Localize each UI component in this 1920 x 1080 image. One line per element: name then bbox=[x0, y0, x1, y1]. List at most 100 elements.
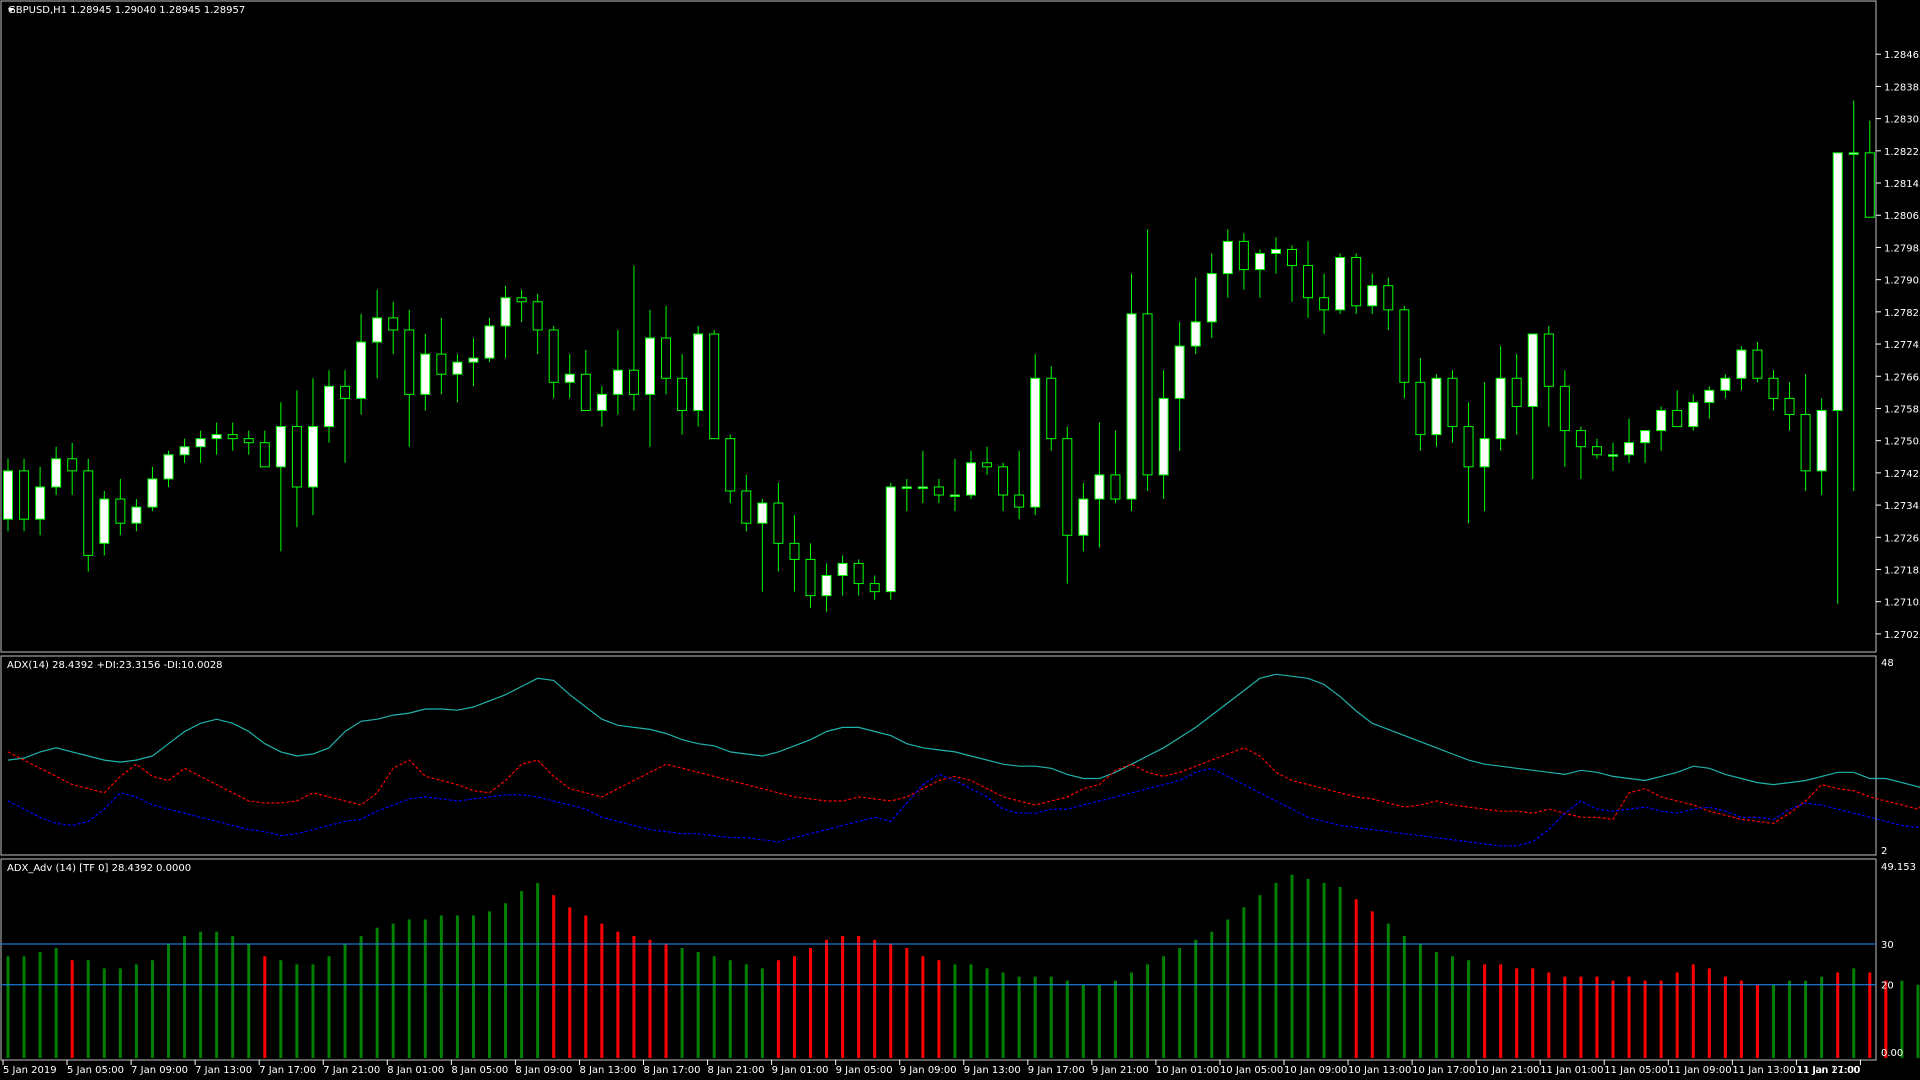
time-tick-label: 11 Jan 09:00 bbox=[1668, 1065, 1731, 1076]
candle-body bbox=[933, 486, 944, 496]
candle-body bbox=[917, 486, 928, 489]
candle-body bbox=[1479, 438, 1490, 468]
candle-body bbox=[259, 442, 270, 468]
candle-body bbox=[837, 562, 848, 577]
time-tick-label: 10 Jan 05:00 bbox=[1220, 1065, 1283, 1076]
candle-body bbox=[645, 337, 655, 395]
candle-body bbox=[1688, 401, 1699, 428]
price-tick-label: 1.27505 bbox=[1884, 437, 1920, 448]
adx-panel[interactable]: 48 2 ADX(14) 28.4392 +DI:23.3156 -DI:10.0… bbox=[0, 655, 1920, 857]
candle-body bbox=[211, 434, 222, 440]
time-tick-label: 11 Jan 13:00 bbox=[1732, 1065, 1795, 1076]
chart-canvas[interactable]: 1.28465 1.28385 1.28305 1.28225 1.28145 1.280… bbox=[0, 0, 1920, 1080]
candle-body bbox=[243, 438, 254, 444]
time-tick-label: 8 Jan 13:00 bbox=[579, 1065, 636, 1076]
histogram-tick-label: 30 bbox=[1881, 940, 1894, 951]
candle-body bbox=[1832, 152, 1843, 411]
price-tick-label: 1.28065 bbox=[1884, 211, 1920, 222]
candle-body bbox=[307, 426, 318, 488]
time-tick-label: 10 Jan 17:00 bbox=[1412, 1065, 1475, 1076]
candle-body bbox=[115, 498, 126, 524]
candle-body bbox=[548, 329, 559, 383]
candle-body bbox=[83, 470, 94, 556]
candle-body bbox=[982, 462, 993, 468]
time-tick-label: 9 Jan 01:00 bbox=[772, 1065, 829, 1076]
candle-body bbox=[1447, 377, 1458, 428]
time-tick-label: 7 Jan 09:00 bbox=[131, 1065, 188, 1076]
candle-body bbox=[436, 353, 447, 375]
time-tick-label: 8 Jan 21:00 bbox=[708, 1065, 765, 1076]
adx-axis[interactable]: 48 2 bbox=[1881, 658, 1894, 857]
time-tick-label: 8 Jan 17:00 bbox=[644, 1065, 701, 1076]
candle-body bbox=[949, 494, 960, 498]
adx-panel-frame bbox=[0, 655, 1877, 856]
candle-body bbox=[693, 333, 704, 411]
candle-body bbox=[372, 317, 383, 343]
candle-body bbox=[1383, 285, 1394, 311]
candle-body bbox=[404, 329, 415, 395]
candle-body bbox=[773, 502, 784, 544]
candle-body bbox=[1287, 248, 1297, 267]
candle-body bbox=[147, 478, 158, 508]
time-axis[interactable]: 5 Jan 2019 5 Jan 05:00 7 Jan 09:00 7 Jan 13… bbox=[2, 1060, 1861, 1076]
candle-body bbox=[901, 486, 912, 489]
candle-body bbox=[1640, 430, 1651, 444]
price-panel[interactable]: 1.28465 1.28385 1.28305 1.28225 1.28145 1.280… bbox=[0, 0, 1920, 653]
price-tick-label: 1.27985 bbox=[1884, 243, 1920, 254]
adx-main-line bbox=[7, 673, 1920, 788]
candle-body bbox=[468, 357, 479, 363]
candle-body bbox=[1174, 345, 1185, 399]
candle-body bbox=[853, 562, 864, 585]
time-tick-label: 7 Jan 17:00 bbox=[259, 1065, 316, 1076]
histogram-tick-label: 0.00 bbox=[1881, 1048, 1903, 1059]
candle-body bbox=[1303, 265, 1314, 299]
candle-body bbox=[1351, 257, 1362, 307]
candle-body bbox=[564, 373, 575, 383]
candle-body bbox=[757, 502, 768, 524]
price-tick-label: 1.27105 bbox=[1884, 598, 1920, 609]
candle-body bbox=[1591, 446, 1602, 456]
candle-body bbox=[1335, 257, 1346, 311]
price-tick-label: 1.28225 bbox=[1884, 147, 1920, 158]
adx-adv-panel[interactable]: 49.153 30 20 0.00 ADX_Adv (14) [TF 0] 28.43… bbox=[0, 858, 1920, 1061]
price-tick-label: 1.27905 bbox=[1884, 276, 1920, 287]
price-tick-label: 1.27345 bbox=[1884, 501, 1920, 512]
candle-body bbox=[19, 470, 30, 520]
candle-body bbox=[1720, 377, 1731, 391]
candle-body bbox=[709, 333, 720, 440]
candle-body bbox=[195, 438, 206, 448]
candle-body bbox=[1190, 321, 1201, 347]
candle-body bbox=[1624, 442, 1635, 456]
candle-body bbox=[1142, 313, 1153, 476]
candle-body bbox=[452, 361, 463, 375]
candle-body bbox=[1559, 385, 1570, 432]
histogram-tick-label: 20 bbox=[1881, 981, 1894, 992]
candle-body bbox=[1784, 397, 1795, 415]
candle-body bbox=[1030, 377, 1041, 508]
candle-body bbox=[1816, 409, 1827, 472]
candle-body bbox=[1110, 474, 1121, 500]
price-axis[interactable]: 1.28465 1.28385 1.28305 1.28225 1.28145 1.280… bbox=[1876, 50, 1920, 641]
candle-body bbox=[1800, 414, 1811, 472]
price-tick-label: 1.27585 bbox=[1884, 404, 1920, 415]
candle-body bbox=[1608, 454, 1618, 457]
time-tick-label: 8 Jan 09:00 bbox=[515, 1065, 572, 1076]
candle-body bbox=[227, 434, 238, 440]
adx-label: ADX(14) 28.4392 +DI:23.3156 -DI:10.0028 bbox=[7, 660, 223, 671]
candle-body bbox=[388, 317, 399, 331]
candle-body bbox=[99, 498, 110, 544]
price-tick-label: 1.28465 bbox=[1884, 50, 1920, 61]
candle-body bbox=[998, 466, 1009, 496]
adx-lines-layer bbox=[7, 673, 1920, 847]
candle-body bbox=[1222, 240, 1233, 275]
candle-body bbox=[484, 325, 495, 359]
price-panel-frame bbox=[0, 0, 1877, 653]
candle-body bbox=[677, 377, 688, 411]
candle-body bbox=[1238, 240, 1249, 271]
time-tick-label: 9 Jan 13:00 bbox=[964, 1065, 1021, 1076]
minus-di-line bbox=[7, 767, 1920, 847]
candle-body bbox=[725, 438, 736, 492]
candle-body bbox=[1014, 494, 1025, 508]
candle-body bbox=[516, 297, 527, 303]
histogram-tick-label: 49.153 bbox=[1881, 862, 1916, 873]
